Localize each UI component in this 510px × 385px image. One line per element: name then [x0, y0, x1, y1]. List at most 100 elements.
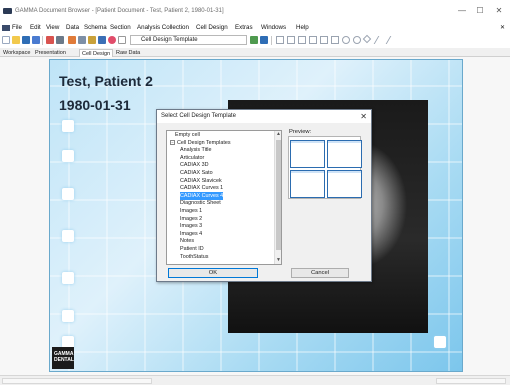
export-icon[interactable]: [32, 36, 40, 44]
select-cell-design-template-dialog: Select Cell Design Template ✕ Empty cell…: [156, 109, 372, 282]
menu-data[interactable]: Data: [66, 24, 79, 31]
template-select-value: Cell Design Template: [141, 37, 198, 43]
copy-icon[interactable]: [78, 36, 86, 44]
undo-icon[interactable]: [46, 36, 54, 44]
menu-extras[interactable]: Extras: [235, 24, 253, 31]
cell-handle[interactable]: [434, 336, 446, 348]
layout-icon[interactable]: [260, 36, 268, 44]
record-icon[interactable]: [108, 36, 116, 44]
tree-item-label: CADIAX Slavicek: [180, 177, 222, 184]
preview-label: Preview:: [289, 129, 312, 135]
tab-workspace[interactable]: Workspace: [1, 49, 32, 57]
tab-raw-data[interactable]: Raw Data: [114, 49, 142, 57]
cell-handle[interactable]: [62, 188, 74, 200]
tree-scrollbar[interactable]: ▲ ▼: [274, 131, 281, 264]
cell-design-template-select[interactable]: Cell Design Template: [130, 35, 247, 45]
dialog-title: Select Cell Design Template: [161, 113, 236, 119]
tree-item-label: Analysis Title: [180, 147, 212, 154]
tree-item-label: Diagnostic Sheet: [180, 200, 221, 207]
tree-item-label: Images 4: [180, 230, 203, 237]
tree-item-label: CADIAX Curves 1: [180, 185, 224, 192]
menu-bar: File Edit View Data Schema Section Analy…: [0, 22, 510, 34]
template-tree[interactable]: Empty cell − Cell Design Templates Analysis…: [166, 130, 282, 265]
maximize-button[interactable]: ☐: [470, 5, 490, 17]
settings-icon[interactable]: [118, 36, 126, 44]
dialog-title-bar: Select Cell Design Template ✕: [157, 110, 371, 123]
shape-rect-icon[interactable]: [276, 36, 284, 44]
tree-item-label: Articulator: [180, 154, 205, 161]
tree-item-label: Images 3: [180, 223, 203, 230]
status-segment: [436, 378, 506, 384]
cell-handle[interactable]: [62, 272, 74, 284]
preview-cell: [327, 170, 362, 198]
shape-square-icon[interactable]: [320, 36, 328, 44]
apply-icon[interactable]: [250, 36, 258, 44]
status-segment: [2, 378, 152, 384]
shape-frame-icon[interactable]: [309, 36, 317, 44]
gamma-dental-logo: GAMMA DENTAL: [52, 347, 74, 369]
scroll-down-icon[interactable]: ▼: [275, 257, 281, 264]
dialog-close-button[interactable]: ✕: [360, 112, 367, 121]
ok-button[interactable]: OK: [168, 268, 258, 278]
new-document-icon[interactable]: [2, 36, 10, 44]
shape-rounded-icon[interactable]: [331, 36, 339, 44]
menu-file[interactable]: File: [12, 24, 22, 31]
patient-name: Test, Patient 2: [59, 73, 153, 89]
save-icon[interactable]: [22, 36, 30, 44]
shape-diamond-icon[interactable]: [362, 34, 372, 44]
cell-handle[interactable]: [62, 150, 74, 162]
document-icon: [2, 25, 10, 31]
menu-help[interactable]: Help: [296, 24, 309, 31]
tree-item-label: CADIAX 3D: [180, 162, 209, 169]
tree-item-label: Cell Design Templates: [177, 139, 231, 146]
title-bar: GAMMA Document Browser - [Patient Docume…: [0, 0, 510, 22]
toolbar: Cell Design Template: [0, 34, 510, 47]
logo-line-2: DENTAL: [54, 357, 74, 363]
cell-handle[interactable]: [62, 230, 74, 242]
preview-cell: [290, 140, 325, 168]
tree-item-label: Notes: [180, 238, 195, 245]
tab-cell-design[interactable]: Cell Design: [79, 49, 114, 57]
tree-item-label: Images 1: [180, 208, 203, 214]
grid-icon[interactable]: [98, 36, 106, 44]
menu-view[interactable]: View: [46, 24, 59, 31]
scroll-up-icon[interactable]: ▲: [275, 131, 281, 138]
close-button[interactable]: ✕: [489, 5, 509, 17]
template-preview: [288, 136, 362, 199]
shape-ellipse-icon[interactable]: [353, 36, 361, 44]
cell-handle[interactable]: [62, 310, 74, 322]
tree-item[interactable]: ToothStatus: [180, 253, 208, 261]
scrollbar-thumb[interactable]: [276, 140, 281, 250]
open-folder-icon[interactable]: [12, 36, 20, 44]
status-bar: [0, 375, 510, 385]
cell-handle[interactable]: [62, 120, 74, 132]
window-title: GAMMA Document Browser - [Patient Docume…: [15, 8, 224, 14]
menu-analysis-collection[interactable]: Analysis Collection: [137, 24, 189, 31]
shape-circle-icon[interactable]: [342, 36, 350, 44]
collapse-icon[interactable]: −: [170, 139, 175, 145]
tree-item-label: Images 2: [180, 215, 203, 222]
menu-schema[interactable]: Schema: [84, 24, 107, 31]
document-close-icon[interactable]: ✕: [500, 24, 505, 31]
tab-presentation[interactable]: Presentation: [33, 49, 68, 57]
menu-edit[interactable]: Edit: [30, 24, 41, 31]
menu-windows[interactable]: Windows: [261, 24, 286, 31]
paste-icon[interactable]: [88, 36, 96, 44]
toolbar-separator: [42, 36, 43, 45]
menu-section[interactable]: Section: [110, 24, 131, 31]
print-icon[interactable]: [56, 36, 64, 44]
app-icon: [3, 8, 12, 14]
menu-cell-design[interactable]: Cell Design: [196, 24, 228, 31]
minimize-button[interactable]: —: [452, 5, 472, 17]
tree-item-label: Empty cell: [175, 132, 200, 138]
cut-icon[interactable]: [68, 36, 76, 44]
tree-item-label: Patient ID: [180, 246, 204, 252]
preview-cell: [327, 140, 362, 168]
shape-line-icon[interactable]: [373, 36, 387, 44]
preview-cell: [290, 170, 325, 198]
tree-item-label: CADIAX Curves 4: [180, 192, 224, 199]
cancel-button[interactable]: Cancel: [291, 268, 349, 278]
shape-arrow-icon[interactable]: [385, 36, 399, 44]
shape-image-icon[interactable]: [287, 36, 295, 44]
shape-table-icon[interactable]: [298, 36, 306, 44]
